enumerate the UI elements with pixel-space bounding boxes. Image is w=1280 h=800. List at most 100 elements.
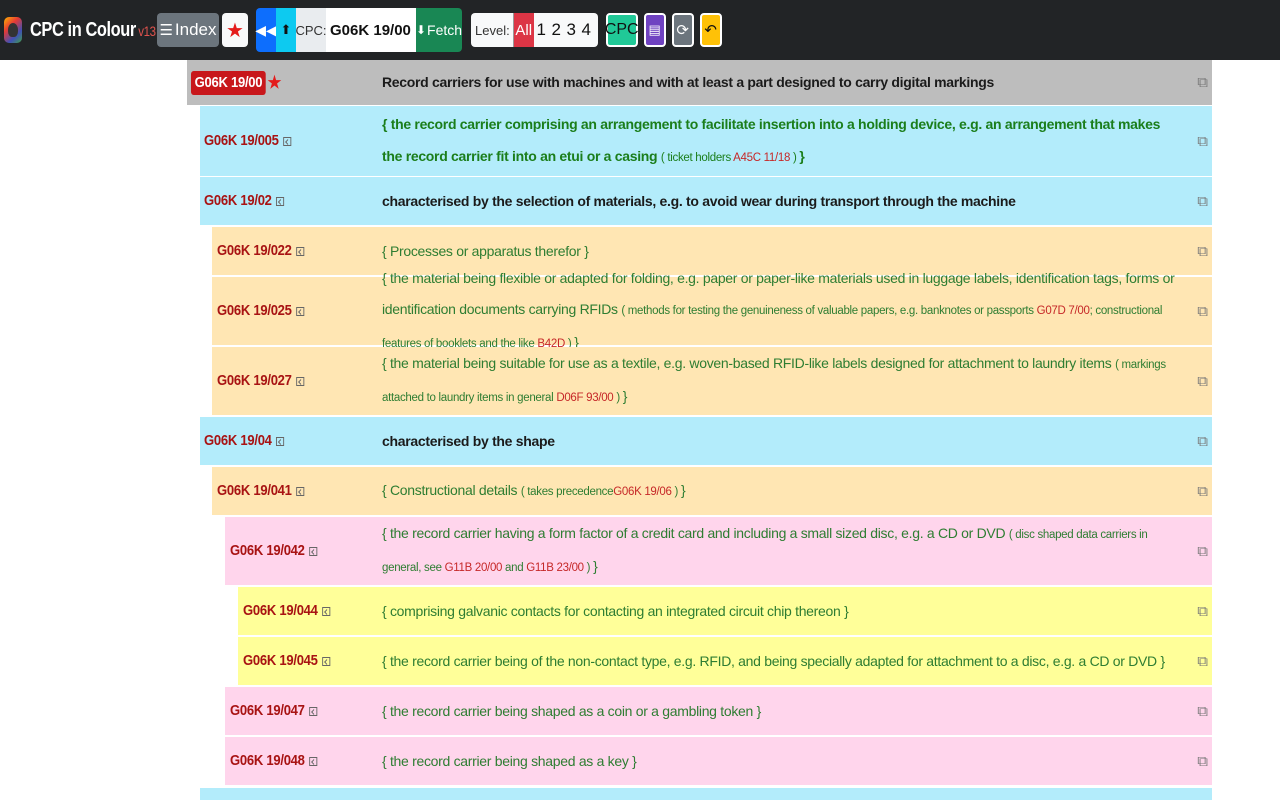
star-icon[interactable]: ★	[268, 73, 282, 93]
table-row: G06K 19/045 { the record carrier being o…	[238, 637, 1212, 685]
external-link-icon[interactable]: ⧉	[1197, 653, 1208, 670]
table-row: G06K 19/027 { the material being suitabl…	[212, 347, 1212, 415]
table-row: G06K 19/025 { the material being flexibl…	[212, 270, 1212, 350]
table-row: G06K 19/005 { the record carrier compris…	[200, 106, 1212, 176]
table-row: G06K 19/047 { the record carrier being s…	[225, 687, 1212, 735]
external-link-icon[interactable]: ⧉	[1197, 603, 1208, 620]
row-code[interactable]: G06K 19/042	[230, 543, 305, 559]
level-selector: Level: All 1 2 3 4	[471, 13, 598, 47]
row-code[interactable]: G06K 19/02	[204, 193, 272, 209]
app-brand: CPC in Colour v13	[30, 18, 156, 41]
up-button[interactable]: ⬆	[276, 8, 296, 52]
header-title: Record carriers for use with machines an…	[382, 74, 994, 90]
cpc-input[interactable]	[326, 8, 416, 52]
expand-icon[interactable]	[276, 436, 285, 446]
row-title: { the record carrier being of the non-co…	[382, 652, 1165, 669]
cpc-group: ◀◀ ⬆ CPC: ⬇ Fetch	[255, 8, 462, 52]
row-code[interactable]: G06K 19/025	[217, 303, 292, 319]
row-code[interactable]: G06K 19/041	[217, 483, 292, 499]
app-logo	[4, 17, 22, 43]
external-link-icon[interactable]: ⧉	[1197, 433, 1208, 450]
undo-icon: ↶	[704, 22, 717, 39]
row-title: { the record carrier being shaped as a c…	[382, 702, 761, 719]
row-code[interactable]: G06K 19/027	[217, 373, 292, 389]
row-note: methods for testing the genuineness of v…	[627, 304, 1034, 317]
row-title: { the record carrier having a form facto…	[382, 525, 1006, 541]
level-4-button[interactable]: 4	[579, 20, 594, 40]
back-button[interactable]: ◀◀	[255, 8, 277, 52]
external-link-icon[interactable]: ⧉	[1197, 483, 1208, 500]
book-icon: ▤	[648, 22, 661, 37]
external-link-icon[interactable]: ⧉	[1197, 303, 1208, 320]
row-code[interactable]: G06K 19/022	[217, 243, 292, 259]
row-ref[interactable]: G06K 19/06	[613, 486, 672, 498]
row-ref[interactable]: A45C 11/18	[733, 152, 790, 164]
row-code[interactable]: G06K 19/047	[230, 703, 305, 719]
table-row: G06K 19/044 { comprising galvanic contac…	[238, 587, 1212, 635]
row-title: { comprising galvanic contacts for conta…	[382, 602, 849, 619]
expand-icon[interactable]	[322, 606, 331, 616]
level-all-button[interactable]: All	[513, 13, 534, 47]
favourite-button[interactable]: ★	[222, 13, 248, 47]
table-row: G06K 19/041 { Constructional details ( t…	[212, 467, 1212, 515]
external-link-icon[interactable]: ⧉	[1197, 193, 1208, 210]
header-code[interactable]: G06K 19/00	[191, 70, 266, 95]
level-3-button[interactable]: 3	[564, 20, 579, 40]
refresh-icon: ⟳	[676, 22, 689, 39]
double-chevron-left-icon: ◀◀	[255, 21, 277, 38]
expand-icon[interactable]	[309, 756, 318, 766]
external-link-icon[interactable]: ⧉	[1197, 74, 1208, 91]
expand-icon[interactable]	[309, 706, 318, 716]
row-code[interactable]: G06K 19/04	[204, 433, 272, 449]
row-note: takes precedence	[527, 485, 614, 498]
level-1-button[interactable]: 1	[534, 20, 549, 40]
row-code[interactable]: G06K 19/045	[243, 653, 318, 669]
level-2-button[interactable]: 2	[549, 20, 564, 40]
row-ref[interactable]: G07D 7/00	[1037, 305, 1090, 317]
expand-icon[interactable]	[296, 486, 305, 496]
arrow-up-circle-icon: ⬆	[280, 22, 292, 37]
undo-button[interactable]: ↶	[699, 13, 722, 47]
expand-icon[interactable]	[296, 246, 305, 256]
fetch-button[interactable]: ⬇ Fetch	[416, 8, 462, 52]
expand-icon[interactable]	[309, 546, 318, 556]
top-toolbar: CPC in Colourv13 ☰ Index ★ ◀◀ ⬆ CPC: ⬇ F…	[0, 0, 1280, 60]
row-ref[interactable]: G11B 23/00	[526, 562, 584, 574]
table-row: G06K 19/042 { the record carrier having …	[225, 517, 1212, 585]
header-row: G06K 19/00 ★ Record carriers for use wit…	[187, 60, 1212, 105]
table-row: G06K 19/02 characterised by the selectio…	[200, 177, 1212, 225]
row-code[interactable]: G06K 19/044	[243, 603, 318, 619]
table-row: G06K 19/048 { the record carrier being s…	[225, 737, 1212, 785]
external-link-icon[interactable]: ⧉	[1197, 243, 1208, 260]
expand-icon[interactable]	[322, 656, 331, 666]
external-link-icon[interactable]: ⧉	[1197, 753, 1208, 770]
table-row	[200, 788, 1212, 800]
row-ref[interactable]: D06F 93/00	[556, 392, 613, 404]
external-link-icon[interactable]: ⧉	[1197, 703, 1208, 720]
expand-icon[interactable]	[276, 196, 285, 206]
download-icon: ⬇	[415, 23, 427, 37]
table-row: G06K 19/04 characterised by the shape ⧉	[200, 417, 1212, 465]
row-title: characterised by the selection of materi…	[382, 192, 1016, 209]
row-note: ticket holders	[667, 152, 731, 164]
row-code[interactable]: G06K 19/048	[230, 753, 305, 769]
external-link-icon[interactable]: ⧉	[1197, 543, 1208, 560]
list-icon: ☰	[159, 22, 173, 39]
cpc-button[interactable]: CPC	[605, 13, 639, 47]
row-title: characterised by the shape	[382, 432, 555, 449]
star-icon: ★	[226, 19, 244, 42]
row-title: { Constructional details	[382, 481, 518, 498]
row-ref[interactable]: G11B 20/00	[445, 562, 503, 574]
expand-icon[interactable]	[283, 136, 292, 146]
index-button[interactable]: ☰ Index	[157, 13, 219, 47]
expand-icon[interactable]	[296, 376, 305, 386]
expand-icon[interactable]	[296, 306, 305, 316]
row-title: { the material being suitable for use as…	[382, 355, 1112, 371]
row-code[interactable]: G06K 19/005	[204, 133, 279, 149]
external-link-icon[interactable]: ⧉	[1197, 133, 1208, 150]
level-label: Level:	[471, 13, 514, 47]
external-link-icon[interactable]: ⧉	[1197, 373, 1208, 390]
book-button[interactable]: ▤	[643, 13, 666, 47]
refresh-button[interactable]: ⟳	[671, 13, 694, 47]
row-title: { the record carrier being shaped as a k…	[382, 752, 637, 769]
